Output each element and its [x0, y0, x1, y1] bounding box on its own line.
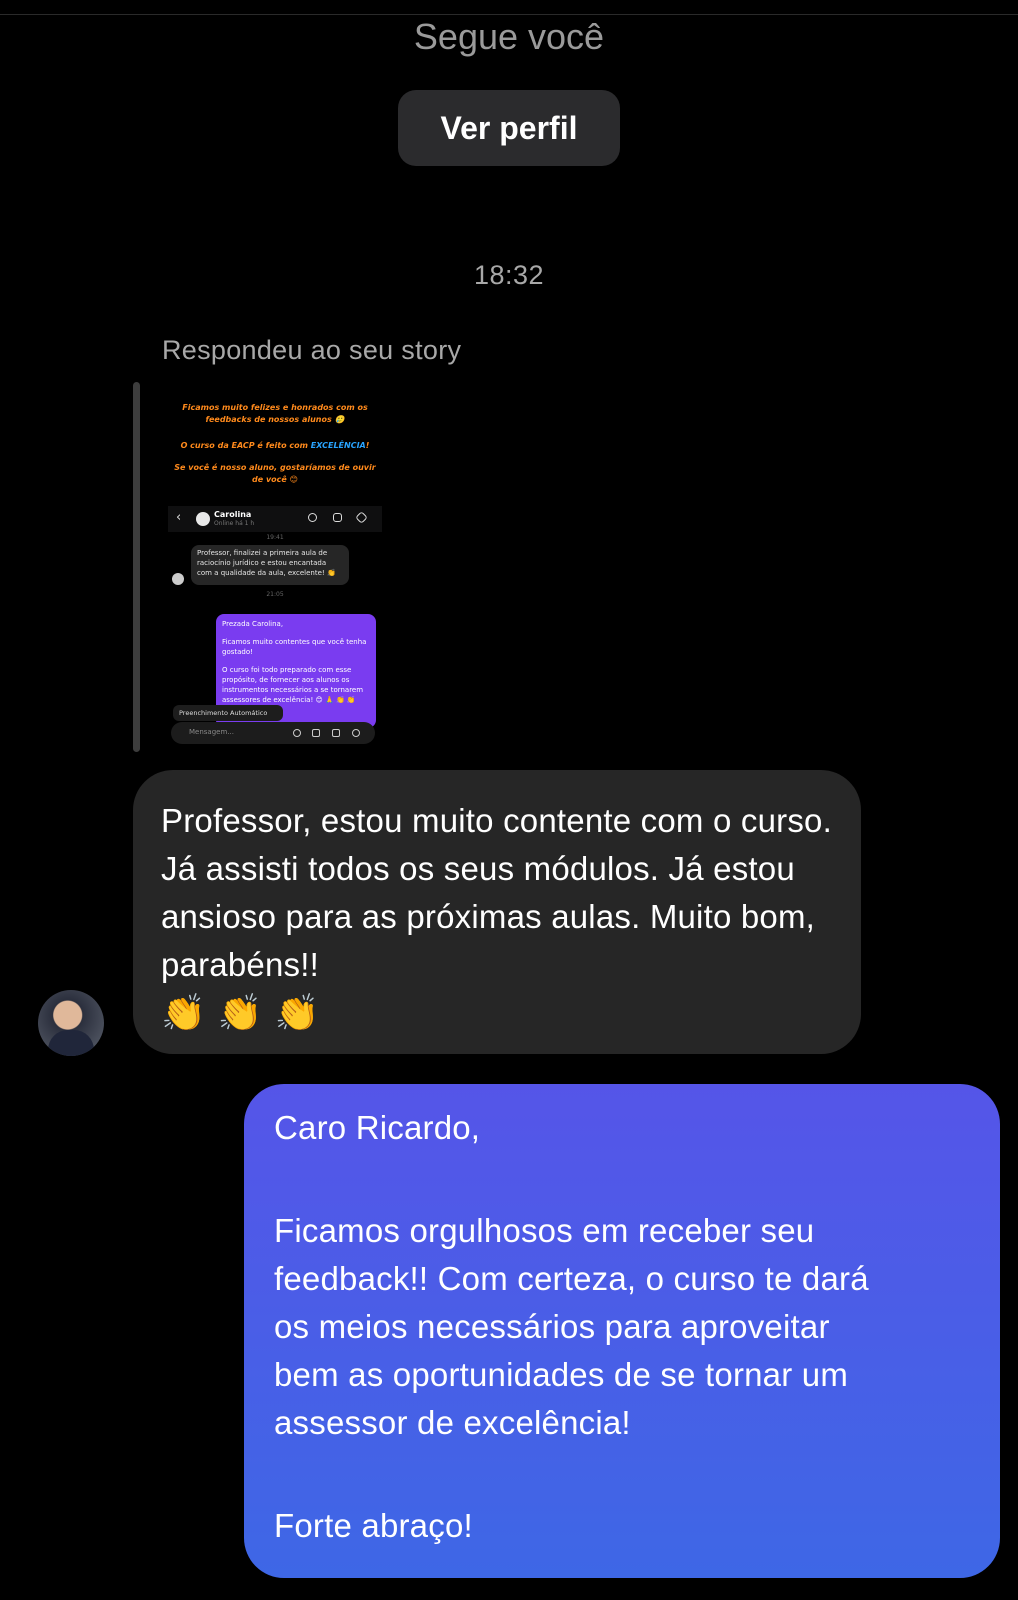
clapping-hands-icon: 👏: [217, 992, 263, 1033]
top-divider: [0, 14, 1018, 15]
outgoing-body-line: os meios necessários para aproveitar: [274, 1308, 830, 1345]
story-caption-part: !: [365, 441, 370, 450]
mic-icon: [293, 729, 301, 737]
story-outgoing-p2: Ficamos muito contentes que você tenha g…: [222, 638, 367, 656]
story-message-placeholder: Mensagem...: [189, 728, 234, 736]
image-icon: [312, 729, 320, 737]
story-reply-label: Respondeu ao seu story: [162, 335, 462, 365]
message-timestamp: 18:32: [473, 260, 545, 290]
story-caption-highlight: EXCELÊNCIA: [310, 441, 366, 450]
story-time-2: 21:05: [266, 591, 284, 598]
tag-icon: [355, 511, 368, 524]
video-icon: [333, 513, 342, 522]
outgoing-message-bubble[interactable]: Caro Ricardo, Ficamos orgulhosos em rece…: [244, 1084, 1000, 1578]
outgoing-closing: Forte abraço!: [274, 1507, 473, 1544]
story-caption-line-3: Se você é nosso aluno, gostaríamos de ou…: [174, 463, 376, 484]
story-chat-header: ‹ Carolina Online há 1 h: [168, 506, 382, 532]
story-incoming-avatar: [172, 573, 184, 585]
story-reply-bar: [133, 382, 140, 752]
story-time-1: 19:41: [266, 534, 284, 541]
phone-icon: [308, 513, 317, 522]
story-caption-part: O curso da EACP é feito com: [180, 441, 311, 450]
outgoing-body-line: Ficamos orgulhosos em receber seu: [274, 1212, 815, 1249]
story-outgoing-p3: O curso foi todo preparado com esse prop…: [222, 666, 364, 704]
outgoing-body-line: bem as oportunidades de se tornar um: [274, 1356, 849, 1393]
story-contact-status: Online há 1 h: [214, 520, 255, 527]
outgoing-body-line: feedback!! Com certeza, o curso te dará: [274, 1260, 869, 1297]
outgoing-body-line: assessor de excelência!: [274, 1404, 631, 1441]
story-incoming-message: Professor, finalizei a primeira aula de …: [191, 545, 349, 585]
story-outgoing-p1: Prezada Carolina,: [222, 620, 284, 628]
clapping-hands-icon: 👏: [274, 992, 320, 1033]
story-thumbnail[interactable]: Ficamos muito felizes e honrados com os …: [168, 392, 382, 748]
autofill-tooltip: Preenchimento Automático: [173, 705, 283, 721]
plus-icon: [352, 729, 360, 737]
outgoing-greeting: Caro Ricardo,: [274, 1109, 481, 1146]
avatar-figure: [48, 1030, 94, 1056]
story-contact-name: Carolina: [214, 510, 252, 519]
clapping-hands-icon: 👏: [161, 992, 206, 1033]
story-message-input: Mensagem...: [171, 722, 375, 744]
story-caption-line-2: O curso da EACP é feito com EXCELÊNCIA!: [172, 440, 378, 452]
story-caption-line-1: Ficamos muito felizes e honrados com os …: [182, 403, 368, 424]
incoming-message-text: Professor, estou muito contente com o cu…: [161, 802, 832, 983]
view-profile-button[interactable]: Ver perfil: [398, 90, 620, 166]
story-contact-avatar: [196, 512, 210, 526]
clapping-emoji-row: 👏 👏 👏: [161, 989, 833, 1037]
sender-avatar[interactable]: [38, 990, 104, 1056]
sticker-icon: [332, 729, 340, 737]
follows-you-label: Segue você: [413, 16, 605, 57]
incoming-message-bubble[interactable]: Professor, estou muito contente com o cu…: [133, 770, 861, 1054]
back-icon: ‹: [176, 510, 182, 525]
